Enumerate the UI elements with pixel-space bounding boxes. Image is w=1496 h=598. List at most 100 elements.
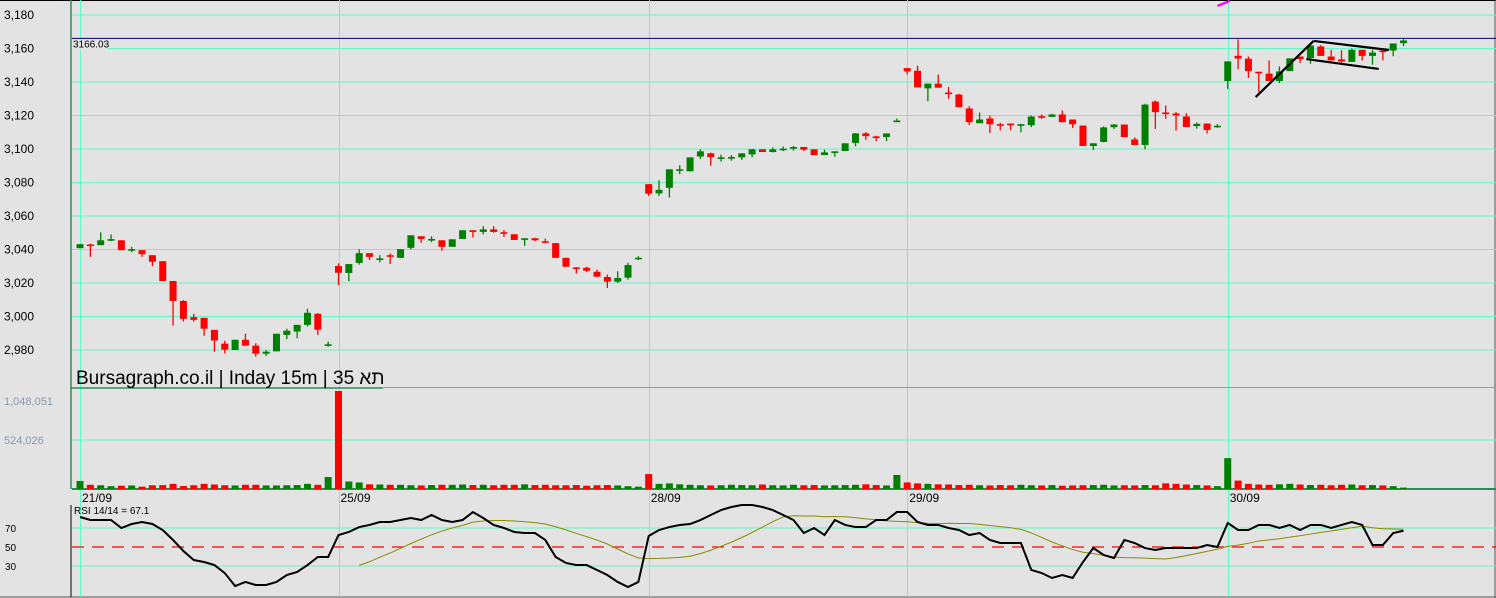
volume-bar	[1007, 485, 1015, 489]
volume-bar	[1286, 483, 1294, 489]
candle-body	[262, 351, 270, 354]
candle	[1079, 125, 1087, 146]
candle-body	[117, 240, 125, 251]
candle	[510, 234, 518, 240]
volume-bar	[1255, 484, 1263, 489]
volume-bar	[159, 485, 167, 489]
volume-bar	[707, 485, 715, 489]
candle-body	[1317, 46, 1325, 56]
volume-bar	[210, 484, 218, 489]
volume-bar	[841, 485, 849, 489]
volume-bar	[1151, 485, 1159, 489]
candle-body	[1027, 116, 1035, 126]
volume-bar	[986, 485, 994, 489]
date-label: 21/09	[82, 491, 112, 505]
candle-body	[686, 157, 694, 172]
candle-body	[1348, 49, 1356, 62]
candle-body	[769, 149, 777, 153]
volume-bar	[934, 484, 942, 489]
volume-bar	[76, 480, 84, 489]
candle	[562, 257, 570, 267]
volume-bar	[1038, 485, 1046, 489]
volume-bar	[1348, 484, 1356, 489]
volume-bar	[1224, 458, 1232, 489]
volume-bar	[1027, 485, 1035, 489]
volume-bar	[996, 485, 1004, 489]
volume-bar	[676, 484, 684, 489]
candle-body	[159, 261, 167, 281]
volume-bar	[262, 485, 270, 489]
volume-bar	[1172, 483, 1180, 489]
candle	[407, 235, 415, 250]
volume-bar	[500, 484, 508, 489]
candle-body	[1389, 43, 1397, 51]
date-label: 30/09	[1230, 491, 1260, 505]
volume-bar	[97, 485, 105, 489]
volume-bar	[914, 483, 922, 489]
candle-body	[283, 330, 291, 335]
volume-bar	[428, 485, 436, 489]
candle-body	[624, 265, 632, 278]
volume-bar	[324, 477, 332, 489]
volume-bar	[1058, 485, 1066, 489]
volume-tick-label: 1,048,051	[4, 396, 53, 408]
volume-bar	[303, 483, 311, 489]
price-tick-label: 3,140	[4, 75, 34, 89]
volume-bar	[386, 484, 394, 489]
candle	[1100, 126, 1108, 143]
volume-bar	[355, 482, 363, 489]
rsi-tick-label: 30	[5, 562, 17, 573]
candle-body	[1058, 114, 1066, 123]
candle-body	[303, 312, 311, 325]
candle-body	[1182, 116, 1190, 128]
candle	[179, 300, 187, 322]
volume-bar	[86, 484, 94, 489]
candle	[459, 230, 467, 239]
candle	[397, 249, 405, 258]
volume-bar	[345, 481, 353, 489]
candle-body	[324, 344, 332, 346]
candle-body	[583, 267, 591, 271]
volume-bar	[748, 485, 756, 489]
volume-bar	[758, 484, 766, 489]
volume-bar	[252, 484, 260, 489]
volume-bar	[614, 485, 622, 489]
candle-body	[862, 133, 870, 137]
rsi-tick-label: 70	[5, 524, 17, 535]
candle-body	[541, 241, 549, 243]
candle-body	[1089, 143, 1097, 146]
price-tick-label: 3,120	[4, 109, 34, 123]
volume-bar	[376, 484, 384, 489]
candle-body	[200, 317, 208, 329]
volume-bar	[1369, 485, 1376, 489]
candle	[159, 261, 167, 281]
candle-body	[1069, 119, 1077, 125]
volume-bar	[738, 485, 746, 489]
candle-body	[1337, 59, 1345, 62]
volume-bar	[893, 474, 901, 489]
candle-body	[386, 255, 394, 257]
candle-body	[955, 94, 963, 108]
rsi-tick-label: 50	[5, 543, 17, 554]
candle-body	[789, 146, 797, 149]
price-tick-label: 3,060	[4, 209, 34, 223]
volume-bar	[727, 484, 735, 489]
price-tick-label: 3,160	[4, 42, 34, 56]
candle-body	[179, 300, 187, 319]
candle-body	[1234, 55, 1242, 59]
candle	[448, 239, 456, 247]
volume-bar	[789, 484, 797, 489]
candle-body	[366, 253, 374, 257]
volume-bar	[510, 484, 518, 489]
candle-body	[562, 257, 570, 267]
volume-bar	[976, 485, 984, 489]
candle-body	[1151, 101, 1159, 113]
candle-body	[86, 244, 94, 247]
volume-bar	[1193, 485, 1201, 489]
chart-title: Bursagraph.co.il | Inday 15m | 35 תא	[76, 368, 384, 389]
volume-bar	[924, 483, 932, 489]
candle-body	[1327, 56, 1335, 61]
volume-bar	[490, 485, 498, 489]
candle-body	[707, 153, 715, 158]
candle-body	[531, 238, 539, 241]
